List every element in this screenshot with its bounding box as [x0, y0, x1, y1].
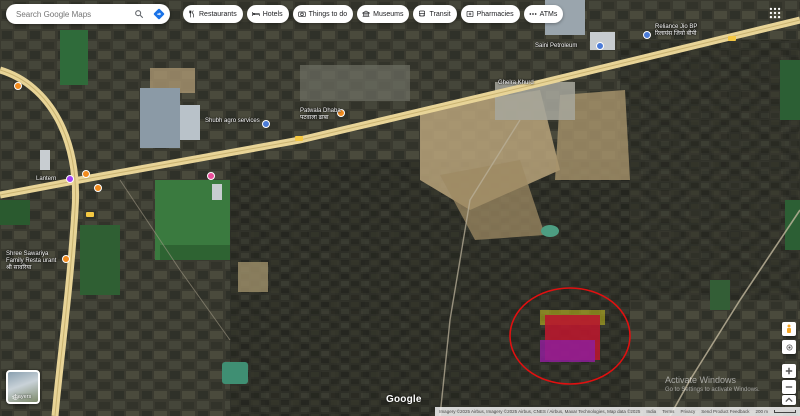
heatmap-magenta: [540, 340, 595, 362]
fuel-pin[interactable]: [596, 42, 604, 50]
fork-knife-icon: [189, 10, 194, 18]
zoom-in-button[interactable]: [782, 364, 796, 378]
chip-restaurants[interactable]: Restaurants: [183, 5, 243, 23]
plus-icon: [785, 367, 793, 375]
attribution-bar: Imagery ©2025 Airbus, Imagery ©2025 Airb…: [0, 407, 800, 416]
green-field: [60, 30, 88, 85]
place-label-patwala-dhaba[interactable]: Patwala Dhaba पटवाला ढाबा: [300, 108, 341, 122]
shop-pin[interactable]: [66, 175, 74, 183]
place-label-village[interactable]: Ghelra Khurd: [498, 80, 534, 87]
chip-hotels[interactable]: Hotels: [246, 5, 289, 23]
camera-icon: [297, 11, 306, 17]
green-field: [785, 200, 800, 250]
category-chips: Restaurants Hotels Things to do Museums …: [183, 5, 564, 23]
museum-icon: [362, 10, 371, 17]
green-field: [80, 225, 120, 295]
restaurant-pin[interactable]: [94, 184, 102, 192]
place-label-shree-sawariya[interactable]: Shree Sawariya Family Resta urant श्री स…: [6, 251, 56, 272]
road-shield: [728, 36, 736, 41]
warehouse: [212, 184, 222, 200]
imagery-credits: Imagery ©2025 Airbus, Imagery ©2025 Airb…: [439, 409, 641, 414]
chip-atms[interactable]: ATMs: [523, 5, 564, 23]
chevron-up-icon: [785, 397, 793, 403]
google-logo: Google: [386, 394, 422, 405]
green-field: [780, 60, 800, 120]
region-link[interactable]: India: [646, 409, 656, 414]
road-shield: [295, 136, 303, 141]
search-icon[interactable]: [132, 7, 146, 21]
privacy-link[interactable]: Privacy: [680, 409, 695, 414]
place-label-saini-petroleum[interactable]: Saini Petroleum: [535, 43, 577, 50]
place-label-lantern[interactable]: Lantern: [36, 176, 56, 183]
service-pin[interactable]: [262, 120, 270, 128]
search-box[interactable]: [6, 4, 170, 24]
chip-pharmacies[interactable]: Pharmacies: [460, 5, 520, 23]
chip-transit[interactable]: Transit: [413, 5, 457, 23]
bus-icon: [419, 10, 426, 17]
bed-icon: [252, 12, 260, 16]
minus-icon: [785, 386, 793, 388]
layers-button[interactable]: Layers: [6, 370, 40, 404]
expand-button[interactable]: [782, 395, 796, 405]
layers-label: Layers: [14, 394, 32, 400]
feedback-link[interactable]: Send Product Feedback: [701, 409, 749, 414]
plots-grid: [300, 65, 410, 101]
restaurant-pin[interactable]: [14, 82, 22, 90]
warehouse: [40, 150, 50, 170]
terrain-dark-fields-east: [620, 40, 800, 300]
warehouse: [180, 105, 200, 140]
my-location-icon: [786, 344, 792, 350]
shopping-pin[interactable]: [207, 172, 215, 180]
satellite-map[interactable]: [0, 0, 800, 416]
pegman-button[interactable]: [782, 322, 796, 336]
place-label-shubh-agro[interactable]: Shubh agro services: [205, 118, 260, 125]
chip-things-to-do[interactable]: Things to do: [292, 5, 354, 23]
tan-field: [238, 262, 268, 292]
activate-windows-watermark: Activate Windows Go to Settings to activ…: [665, 375, 760, 393]
pond: [541, 225, 559, 237]
restaurant-pin[interactable]: [82, 170, 90, 178]
directions-icon[interactable]: [152, 7, 166, 21]
pegman-icon: [787, 324, 791, 333]
scale-label[interactable]: 200 m: [755, 409, 768, 414]
green-field: [160, 245, 230, 260]
green-field: [0, 200, 30, 225]
chip-museums[interactable]: Museums: [357, 5, 410, 23]
pond: [222, 362, 248, 384]
my-location-button[interactable]: [782, 340, 796, 354]
zoom-out-button[interactable]: [782, 380, 796, 394]
dots-icon: [529, 13, 537, 15]
green-field: [710, 280, 730, 310]
scale-bar: [774, 410, 796, 413]
terms-link[interactable]: Terms: [662, 409, 674, 414]
road-shield: [86, 212, 94, 217]
fuel-pin[interactable]: [643, 31, 651, 39]
search-input[interactable]: [16, 9, 132, 19]
pill-icon: [466, 11, 473, 17]
place-label-reliance[interactable]: Reliance Jio BP रिलायंस जियो बीपी: [655, 24, 697, 38]
apps-grid-icon[interactable]: [768, 6, 782, 20]
warehouse: [140, 88, 180, 148]
restaurant-pin[interactable]: [62, 255, 70, 263]
